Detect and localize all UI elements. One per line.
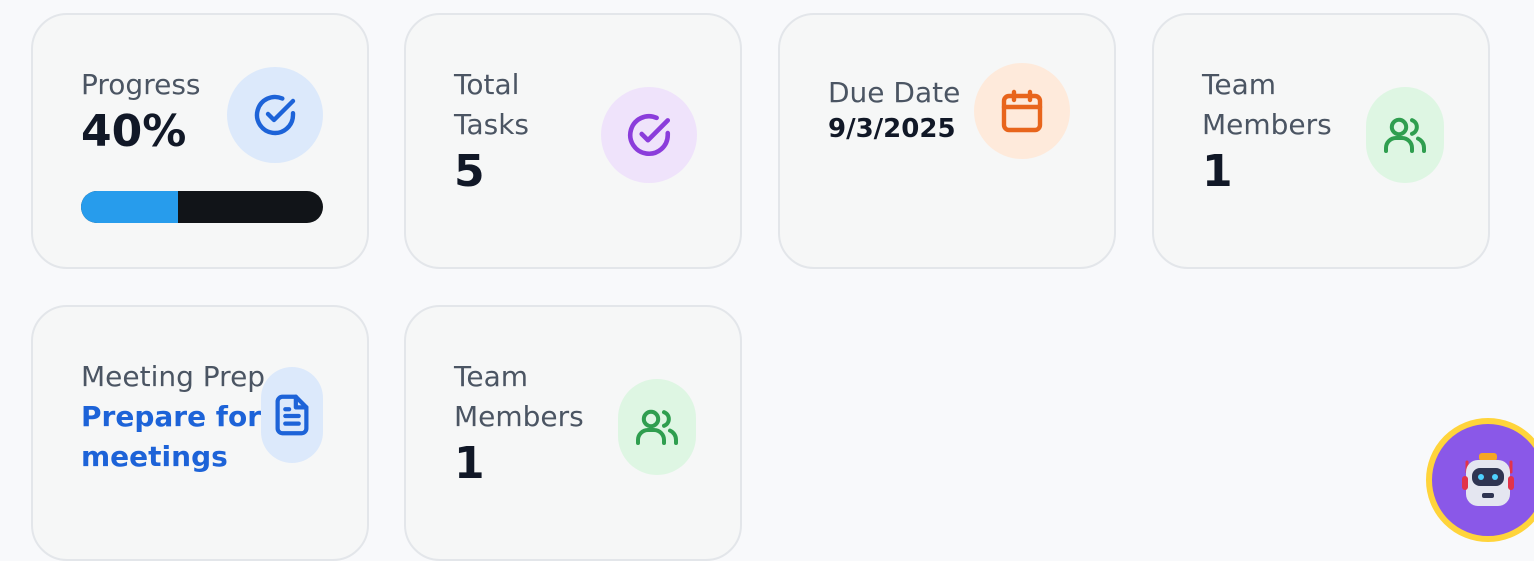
- check-circle-icon: [628, 113, 671, 156]
- due-date-value: 9/3/2025: [828, 114, 956, 144]
- total-tasks-value: 5: [454, 146, 485, 197]
- due-date-card: Due Date 9/3/2025: [778, 13, 1116, 269]
- team-members-icon-badge: [1366, 87, 1444, 183]
- team-members-value: 1: [454, 438, 485, 489]
- due-date-label: Due Date: [828, 76, 961, 109]
- users-icon: [636, 409, 678, 445]
- calendar-icon: [1001, 89, 1043, 133]
- meeting-prep-description-line1: Prepare for: [81, 400, 262, 433]
- team-members-card: Team Members 1: [1152, 13, 1490, 269]
- team-members-card: Team Members 1: [404, 305, 742, 561]
- progress-bar-fill: [81, 191, 178, 223]
- due-date-icon-badge: [974, 63, 1070, 159]
- progress-card: Progress 40%: [31, 13, 369, 269]
- total-tasks-icon-badge: [601, 87, 697, 183]
- total-tasks-label-line2: Tasks: [454, 108, 530, 141]
- total-tasks-card: Total Tasks 5: [404, 13, 742, 269]
- check-circle-icon: [254, 94, 296, 136]
- team-members-icon-badge: [618, 379, 696, 475]
- total-tasks-label-line1: Total: [454, 68, 520, 101]
- progress-icon-badge: [227, 67, 323, 163]
- stats-grid: Progress 40% Total Tasks 5 Due Date 9/3/…: [0, 0, 1534, 561]
- document-icon: [275, 394, 309, 436]
- progress-bar: [81, 191, 323, 223]
- progress-value: 40%: [81, 106, 187, 157]
- users-icon: [1384, 117, 1426, 153]
- team-members-label-line1: Team: [454, 360, 529, 393]
- meeting-prep-card: Meeting Prep Prepare for meetings: [31, 305, 369, 561]
- team-members-value: 1: [1202, 146, 1233, 197]
- progress-label: Progress: [81, 68, 201, 101]
- team-members-label-line2: Members: [1202, 108, 1332, 141]
- robot-icon: [1462, 453, 1514, 506]
- meeting-prep-description-line2: meetings: [81, 440, 228, 473]
- meeting-prep-label: Meeting Prep: [81, 360, 266, 393]
- meeting-prep-icon-badge: [261, 367, 323, 463]
- team-members-label-line2: Members: [454, 400, 584, 433]
- team-members-label-line1: Team: [1202, 68, 1277, 101]
- ai-assistant-button[interactable]: [1426, 418, 1534, 542]
